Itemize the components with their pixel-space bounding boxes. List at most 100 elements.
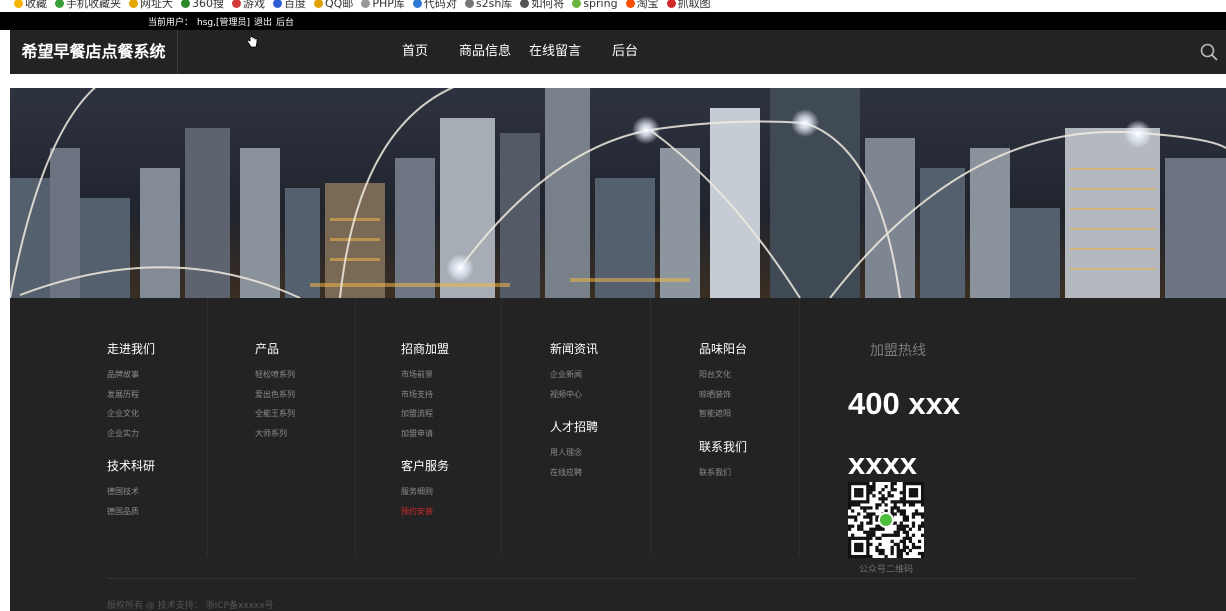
search-icon[interactable] xyxy=(1200,43,1218,61)
bookmark-item[interactable]: 百度 xyxy=(273,0,306,10)
hotline-number-line1: 400 xxx xyxy=(848,386,961,421)
footer-column-subtitle: 技术科研 xyxy=(107,459,156,473)
bookmark-label: spring xyxy=(583,0,618,10)
page-left-margin xyxy=(0,74,10,611)
nav-products[interactable]: 商品信息 xyxy=(450,30,520,74)
footer-link[interactable]: 全能王系列 xyxy=(255,408,355,428)
hero-banner-image xyxy=(10,88,1226,298)
bookmark-label: QQ邮 xyxy=(325,0,354,10)
footer-link-highlighted[interactable]: 预约安装 xyxy=(401,506,501,526)
footer-link[interactable]: 联系我们 xyxy=(699,467,799,487)
user-status-bar: 当前用户： hsg,[管理员] 退出 后台 xyxy=(0,12,1226,30)
bookmark-item[interactable]: 网址大 xyxy=(129,0,173,10)
bookmark-icon xyxy=(55,0,64,8)
footer-link[interactable]: 企业文化 xyxy=(107,408,207,428)
bookmark-icon xyxy=(412,0,422,8)
current-user-name: hsg,[管理员] xyxy=(197,17,251,28)
hotline-title: 加盟热线 xyxy=(870,343,926,359)
nav-admin[interactable]: 后台 xyxy=(590,30,660,74)
bookmark-label: 游戏 xyxy=(243,0,265,10)
bookmark-label: 如何将 xyxy=(531,0,565,10)
wechat-qr-code xyxy=(848,482,925,559)
bookmark-icon xyxy=(181,0,190,8)
site-footer: 走进我们 品牌故事 发展历程 企业文化 企业实力 技术科研 德国技术 德国品质 … xyxy=(10,298,1226,611)
site-brand[interactable]: 希望早餐店点餐系统 xyxy=(10,30,178,74)
footer-column-balcony: 品味阳台 阳台文化 晾晒装饰 智能遮阳 联系我们 联系我们 xyxy=(699,298,800,556)
bookmark-item[interactable]: PHP库 xyxy=(361,0,405,10)
bookmark-item[interactable]: QQ邮 xyxy=(314,0,353,10)
footer-link[interactable]: 视频中心 xyxy=(550,389,650,409)
footer-column-subtitle: 人才招聘 xyxy=(550,420,599,434)
bookmark-icon xyxy=(129,0,138,8)
bookmark-item[interactable]: 淘宝 xyxy=(625,0,659,10)
bookmark-label: 收藏 xyxy=(25,0,47,10)
current-user-label: 当前用户： xyxy=(148,17,194,28)
footer-divider xyxy=(107,578,1135,579)
footer-link[interactable]: 大师系列 xyxy=(255,428,355,448)
bookmark-label: 代码对 xyxy=(423,0,457,10)
site-header: 希望早餐店点餐系统 首页 商品信息 在线留言 后台 xyxy=(10,30,1226,74)
copyright-text: 版权所有 @ 技术支持： 浙ICP备xxxxx号 xyxy=(107,601,274,611)
bookmark-item[interactable]: 抓取图 xyxy=(666,0,711,10)
footer-link[interactable]: 加盟流程 xyxy=(401,408,501,428)
bookmark-label: 抓取图 xyxy=(677,0,711,10)
bookmark-item[interactable]: 手机收藏夹 xyxy=(55,0,121,10)
bookmark-icon xyxy=(314,0,323,8)
footer-link[interactable]: 德国技术 xyxy=(107,486,207,506)
logout-link[interactable]: 退出 xyxy=(254,15,272,28)
footer-link[interactable]: 阳台文化 xyxy=(699,369,799,389)
bookmark-icon xyxy=(625,0,635,8)
bookmark-icon xyxy=(464,0,474,8)
footer-column-subtitle: 联系我们 xyxy=(699,439,748,454)
footer-link[interactable]: 品牌故事 xyxy=(107,369,207,389)
bookmark-label: PHP库 xyxy=(372,0,405,10)
bookmark-item[interactable]: spring xyxy=(572,0,618,10)
footer-link[interactable]: 在线应聘 xyxy=(550,467,650,487)
footer-column-news: 新闻资讯 企业新闻 视频中心 人才招聘 用人理念 在线应聘 xyxy=(550,298,651,556)
bookmark-label: 百度 xyxy=(284,0,306,10)
bookmark-icon xyxy=(520,0,530,8)
footer-link[interactable]: 智能遮阳 xyxy=(699,408,799,428)
footer-link[interactable]: 企业实力 xyxy=(107,428,207,448)
bookmark-label: 淘宝 xyxy=(636,0,659,10)
bookmark-item[interactable]: 360搜 xyxy=(181,0,224,10)
bookmark-icon xyxy=(666,0,676,8)
footer-link[interactable]: 市场前景 xyxy=(401,369,501,389)
footer-column-title: 新闻资讯 xyxy=(550,342,599,356)
bookmark-label: 网址大 xyxy=(140,0,173,10)
hotline-number: 400 xxx xxxx xyxy=(848,374,1068,494)
footer-column-title: 产品 xyxy=(255,342,280,356)
footer-link[interactable]: 发展历程 xyxy=(107,389,207,409)
bookmark-item[interactable]: 如何将 xyxy=(520,0,564,10)
footer-column-title: 走进我们 xyxy=(107,342,156,356)
footer-link[interactable]: 德国品质 xyxy=(107,506,207,526)
nav-messages[interactable]: 在线留言 xyxy=(520,30,590,74)
main-nav: 首页 商品信息 在线留言 后台 xyxy=(380,30,660,74)
footer-column-franchise: 招商加盟 市场前景 市场支持 加盟流程 加盟申请 客户服务 服务细则 预约安装 xyxy=(401,298,502,556)
bookmark-item[interactable]: 收藏 xyxy=(14,0,47,10)
bookmark-item[interactable]: 代码对 xyxy=(412,0,457,10)
footer-link[interactable]: 市场支持 xyxy=(401,389,501,409)
bookmark-label: 360搜 xyxy=(192,0,224,10)
footer-link[interactable]: 爱出色系列 xyxy=(255,389,355,409)
admin-link[interactable]: 后台 xyxy=(276,15,294,28)
bookmark-icon xyxy=(572,0,582,8)
footer-column-products: 产品 轻松喷系列 爱出色系列 全能王系列 大师系列 xyxy=(255,298,356,556)
bookmark-label: 手机收藏夹 xyxy=(66,0,121,10)
qr-code-label: 公众号二维码 xyxy=(858,565,913,575)
footer-column-title: 招商加盟 xyxy=(401,342,450,356)
browser-bookmark-bar: 收藏 手机收藏夹 网址大 360搜 游戏 百度 QQ邮 PHP库 代码对 s2sh库 如何将 spri… xyxy=(0,0,1226,12)
footer-column-about: 走进我们 品牌故事 发展历程 企业文化 企业实力 技术科研 德国技术 德国品质 xyxy=(107,298,208,556)
header-gap xyxy=(0,74,1226,88)
footer-link[interactable]: 服务细则 xyxy=(401,486,501,506)
bookmark-icon xyxy=(273,0,282,8)
nav-home[interactable]: 首页 xyxy=(380,30,450,74)
footer-link[interactable]: 晾晒装饰 xyxy=(699,389,799,409)
footer-link[interactable]: 轻松喷系列 xyxy=(255,369,355,389)
footer-link[interactable]: 加盟申请 xyxy=(401,428,501,448)
bookmark-item[interactable]: 游戏 xyxy=(232,0,265,10)
footer-link[interactable]: 企业新闻 xyxy=(550,369,650,389)
footer-link[interactable]: 用人理念 xyxy=(550,447,650,467)
bookmark-icon xyxy=(14,0,23,8)
bookmark-item[interactable]: s2sh库 xyxy=(464,0,512,10)
